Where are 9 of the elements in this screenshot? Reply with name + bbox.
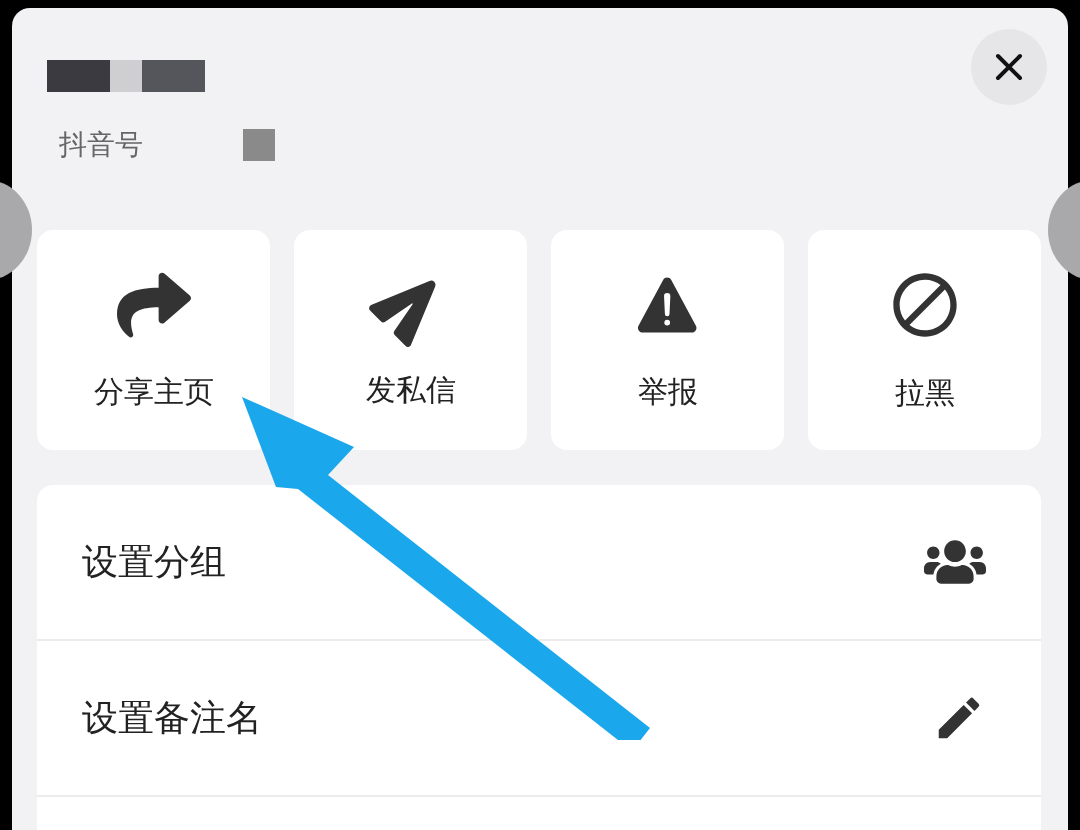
action-button[interactable]: 举报 xyxy=(551,230,784,450)
action-button[interactable]: 分享主页 xyxy=(37,230,270,450)
menu-item[interactable]: 设置分组 xyxy=(82,537,226,587)
menu-item[interactable]: 设置备注名 xyxy=(82,693,262,743)
id-label: 抖音号 xyxy=(59,127,143,163)
action-button[interactable]: 拉黑 xyxy=(808,230,1041,450)
redacted-id-block xyxy=(243,129,275,161)
action-button[interactable]: 发私信 xyxy=(294,230,527,450)
close-icon xyxy=(995,53,1023,81)
